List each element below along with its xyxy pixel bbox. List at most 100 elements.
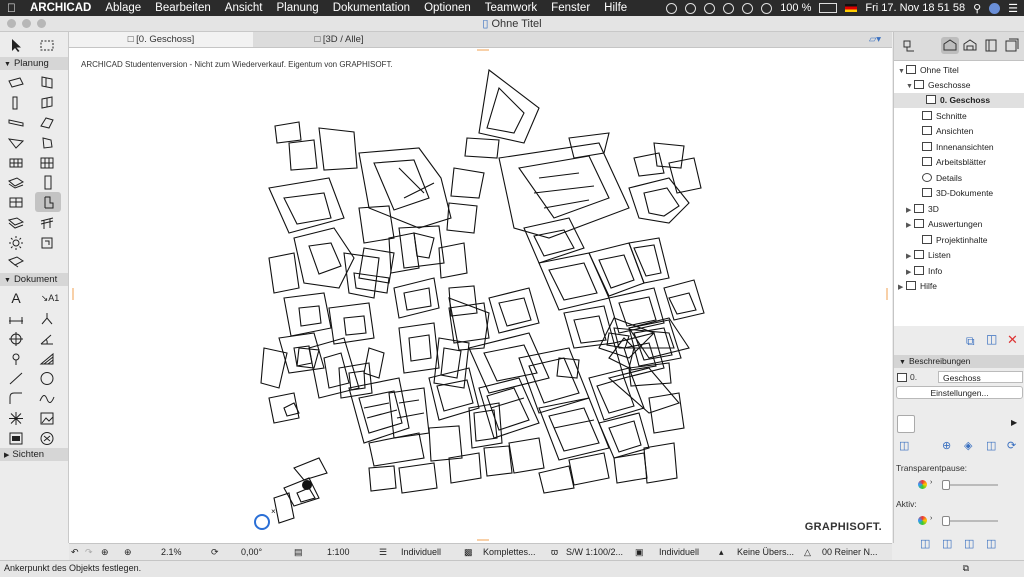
angle-value[interactable]: 0,00° bbox=[241, 544, 262, 560]
section-planung[interactable]: ▼ Planung bbox=[0, 57, 68, 70]
expand-arrow-icon[interactable]: ▼ bbox=[898, 64, 906, 79]
tree-item-help[interactable]: ▶ Hilfe bbox=[898, 279, 937, 294]
expand-arrow-icon[interactable]: ▶ bbox=[906, 265, 914, 280]
pen-set-icon[interactable]: ϖ bbox=[551, 544, 558, 560]
bluetooth-icon[interactable] bbox=[742, 2, 754, 14]
section-dokument[interactable]: ▼ Dokument bbox=[0, 273, 68, 286]
refresh-icon[interactable]: ⟳ bbox=[1007, 439, 1016, 452]
tree-item-project-indexes[interactable]: Projektinhalte bbox=[914, 233, 988, 248]
redraw-icon[interactable]: ◈ bbox=[964, 439, 972, 452]
siri-icon[interactable] bbox=[989, 2, 1001, 14]
hotspot-tool-icon[interactable] bbox=[7, 410, 25, 426]
renovation-value[interactable]: 00 Reiner N... bbox=[822, 544, 878, 560]
wall-tool-icon[interactable] bbox=[7, 74, 25, 90]
figure-tool-icon[interactable] bbox=[38, 410, 56, 426]
floor-plan-canvas[interactable]: ARCHICAD Studentenversion - Nicht zum Wi… bbox=[69, 48, 892, 543]
wifi-icon[interactable] bbox=[761, 2, 773, 14]
line-tool-icon[interactable] bbox=[7, 370, 25, 386]
window-tool-icon[interactable] bbox=[38, 94, 56, 110]
zoom-fit-icon[interactable]: ⊕ bbox=[124, 544, 132, 560]
clock[interactable]: Fri 17. Nov 18 51 58 bbox=[865, 2, 965, 14]
info-status-icon[interactable] bbox=[723, 2, 735, 14]
zoom-in-icon[interactable]: ⊕ bbox=[101, 544, 109, 560]
beam-tool-icon[interactable] bbox=[7, 114, 25, 130]
elevation-marker-icon[interactable] bbox=[7, 350, 25, 366]
dimension-icon[interactable]: ▣ bbox=[635, 544, 644, 560]
rotate-icon[interactable]: ⟳ bbox=[211, 544, 219, 560]
marquee-tool-icon[interactable] bbox=[38, 37, 56, 53]
expand-arrow-icon[interactable]: ▶ bbox=[906, 203, 914, 218]
menu-dokumentation[interactable]: Dokumentation bbox=[326, 2, 417, 14]
morph-tool-icon[interactable] bbox=[7, 214, 25, 230]
drawing-tool-icon[interactable] bbox=[7, 430, 25, 446]
menu-hilfe[interactable]: Hilfe bbox=[597, 2, 634, 14]
stair-tool-icon[interactable] bbox=[7, 154, 25, 170]
menu-ansicht[interactable]: Ansicht bbox=[218, 2, 270, 14]
add-icon[interactable]: ⊕ bbox=[942, 439, 951, 452]
settings-button[interactable]: Einstellungen... bbox=[896, 386, 1023, 399]
curtain-wall-tool-icon[interactable] bbox=[38, 154, 56, 170]
text-tool-icon[interactable]: A bbox=[7, 290, 25, 306]
export-icon[interactable]: ◫ bbox=[986, 439, 996, 452]
level-dimension-icon[interactable] bbox=[38, 310, 56, 326]
angle-dimension-icon[interactable] bbox=[38, 330, 56, 346]
time-machine-icon[interactable] bbox=[704, 2, 716, 14]
creative-cloud-icon[interactable] bbox=[685, 2, 697, 14]
label-tool-icon[interactable]: ↘ A1 bbox=[38, 290, 62, 306]
menu-teamwork[interactable]: Teamwork bbox=[478, 2, 544, 14]
tree-item-schedules[interactable]: ▶ Auswertungen bbox=[906, 217, 982, 232]
slab-tool-icon[interactable] bbox=[7, 134, 25, 150]
expand-arrow-icon[interactable]: ▼ bbox=[906, 79, 914, 94]
undo-icon[interactable]: ↶ bbox=[71, 544, 79, 560]
scale-value[interactable]: 1:100 bbox=[327, 544, 350, 560]
railing-tool-icon[interactable] bbox=[38, 174, 56, 190]
navigator-menu-icon[interactable] bbox=[900, 37, 918, 54]
redo-icon[interactable]: ↷ bbox=[85, 544, 93, 560]
tree-item-lists[interactable]: ▶ Listen bbox=[906, 248, 951, 263]
zoom-value[interactable]: 2.1% bbox=[161, 544, 182, 560]
expand-arrow-icon[interactable]: ▶ bbox=[1011, 418, 1017, 427]
tree-item-3d[interactable]: ▶ 3D bbox=[906, 202, 939, 217]
dimension-tool-icon[interactable] bbox=[7, 310, 25, 326]
door-tool-icon[interactable] bbox=[38, 74, 56, 90]
model-view-icon[interactable]: ▩ bbox=[464, 544, 473, 560]
story-name-field[interactable]: Geschoss bbox=[938, 371, 1023, 383]
stair-3d-tool-icon[interactable] bbox=[7, 254, 25, 270]
zone-tool-icon[interactable] bbox=[7, 174, 25, 190]
tree-item-story-0[interactable]: 0. Geschoss bbox=[894, 93, 1024, 108]
trace-icon[interactable]: ◫ bbox=[920, 537, 930, 550]
flag-icon[interactable] bbox=[845, 4, 858, 12]
override-value[interactable]: Keine Übers... bbox=[737, 544, 794, 560]
expand-arrow-icon[interactable]: ▶ bbox=[898, 280, 906, 295]
tree-item-worksheets[interactable]: Arbeitsblätter bbox=[914, 155, 986, 170]
tree-item-info[interactable]: ▶ Info bbox=[906, 264, 942, 279]
section-sichten[interactable]: ▶ Sichten bbox=[0, 448, 68, 461]
tree-item-stories[interactable]: ▼ Geschosse bbox=[906, 78, 971, 93]
color-wheel-icon[interactable] bbox=[918, 480, 927, 489]
project-map-icon[interactable] bbox=[941, 37, 959, 54]
menu-ablage[interactable]: Ablage bbox=[98, 2, 148, 14]
column-tool-icon[interactable] bbox=[7, 94, 25, 110]
color-wheel-icon[interactable] bbox=[918, 516, 927, 525]
active-slider-knob[interactable] bbox=[942, 516, 950, 526]
tree-item-project[interactable]: ▼ Ohne Titel bbox=[898, 63, 959, 78]
arrow-tool-icon[interactable] bbox=[8, 37, 26, 53]
layer-combo[interactable]: Individuell bbox=[401, 544, 441, 560]
skylight-tool-icon[interactable] bbox=[38, 214, 56, 230]
circle-tool-icon[interactable] bbox=[38, 370, 56, 386]
fill-tool-icon[interactable] bbox=[38, 350, 56, 366]
roof-tool-icon[interactable] bbox=[38, 114, 56, 130]
shell-tool-icon[interactable] bbox=[38, 134, 56, 150]
menu-optionen[interactable]: Optionen bbox=[417, 2, 478, 14]
compare-icon[interactable]: ◫ bbox=[942, 537, 952, 550]
model-view-value[interactable]: Komplettes... bbox=[483, 544, 536, 560]
transparent-slider-knob[interactable] bbox=[942, 480, 950, 490]
notification-icon[interactable]: ☰ bbox=[1008, 2, 1018, 15]
mesh-tool-icon[interactable] bbox=[7, 194, 25, 210]
transparent-slider[interactable] bbox=[942, 484, 998, 486]
view-map-icon[interactable] bbox=[961, 37, 979, 54]
tree-item-elevations[interactable]: Ansichten bbox=[914, 124, 973, 139]
battery-icon[interactable] bbox=[819, 3, 838, 13]
clone-view-icon[interactable]: ◫ bbox=[986, 332, 997, 346]
expand-arrow-icon[interactable]: ▶ bbox=[906, 249, 914, 264]
